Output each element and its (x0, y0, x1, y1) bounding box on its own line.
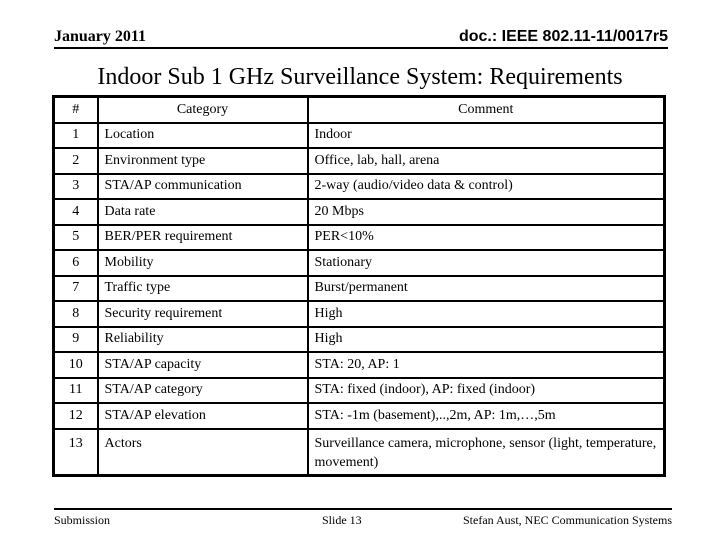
row-number: 7 (52, 274, 99, 302)
footer-divider (54, 508, 672, 510)
row-comment: Stationary (306, 249, 666, 277)
row-category: Location (96, 121, 309, 149)
column-header-category: Category (96, 95, 309, 124)
header-doc-id: doc.: IEEE 802.11-11/0017r5 (458, 28, 668, 45)
row-comment: Surveillance camera, microphone, sensor … (306, 427, 666, 476)
row-number: 12 (52, 402, 99, 430)
row-category: STA/AP category (96, 376, 309, 404)
row-comment: 2-way (audio/video data & control) (306, 172, 666, 200)
table-row: 7 Traffic type Burst/permanent (52, 274, 666, 302)
row-category: STA/AP communication (96, 172, 309, 200)
row-comment: Office, lab, hall, arena (306, 147, 666, 175)
table-row: 12 STA/AP elevation STA: -1m (basement),..… (52, 402, 666, 430)
table-row: 8 Security requirement High (52, 300, 666, 328)
table-header-row: # Category Comment (52, 95, 666, 124)
row-number: 8 (52, 300, 99, 328)
row-number: 11 (52, 376, 99, 404)
column-header-number: # (52, 95, 99, 124)
row-comment: STA: -1m (basement),..,2m, AP: 1m,…,5m (306, 402, 666, 430)
row-number: 6 (52, 249, 99, 277)
row-number: 1 (52, 121, 99, 149)
row-comment: STA: fixed (indoor), AP: fixed (indoor) (306, 376, 666, 404)
table-row: 3 STA/AP communication 2-way (audio/video … (52, 172, 666, 200)
row-category: Data rate (96, 198, 309, 226)
row-category: Actors (96, 427, 309, 476)
table-row: 6 Mobility Stationary (52, 249, 666, 277)
row-category: STA/AP elevation (96, 402, 309, 430)
row-comment: STA: 20, AP: 1 (306, 351, 666, 379)
column-header-comment: Comment (306, 95, 666, 124)
table-row: 1 Location Indoor (52, 121, 666, 149)
footer-slide-number: Slide 13 (322, 513, 362, 527)
row-number: 3 (52, 172, 99, 200)
row-category: Reliability (96, 325, 309, 353)
row-number: 13 (52, 427, 99, 476)
row-number: 10 (52, 351, 99, 379)
slide-title: Indoor Sub 1 GHz Surveillance System: Re… (97, 64, 623, 90)
footer-author: Stefan Aust, NEC Communication Systems (463, 513, 672, 527)
row-comment: High (306, 300, 666, 328)
row-category: Mobility (96, 249, 309, 277)
row-category: Traffic type (96, 274, 309, 302)
table-row: 4 Data rate 20 Mbps (52, 198, 666, 226)
row-comment: Burst/permanent (306, 274, 666, 302)
row-number: 2 (52, 147, 99, 175)
table-row: 5 BER/PER requirement PER<10% (52, 223, 666, 251)
row-category: BER/PER requirement (96, 223, 309, 251)
row-number: 5 (52, 223, 99, 251)
row-comment: 20 Mbps (306, 198, 666, 226)
table-row: 11 STA/AP category STA: fixed (indoor), AP… (52, 376, 666, 404)
row-category: Environment type (96, 147, 309, 175)
header-date: January 2011 (54, 28, 147, 45)
row-number: 9 (52, 325, 99, 353)
row-category: Security requirement (96, 300, 309, 328)
table-row: 13 Actors Surveillance camera, microphone,… (52, 427, 666, 476)
header-divider (54, 47, 668, 49)
row-number: 4 (52, 198, 99, 226)
table-row: 9 Reliability High (52, 325, 666, 353)
table-row: 2 Environment type Office, lab, hall, aren… (52, 147, 666, 175)
row-category: STA/AP capacity (96, 351, 309, 379)
table-row: 10 STA/AP capacity STA: 20, AP: 1 (52, 351, 666, 379)
row-comment: PER<10% (306, 223, 666, 251)
row-comment: Indoor (306, 121, 666, 149)
row-comment: High (306, 325, 666, 353)
footer-submission: Submission (54, 513, 111, 527)
requirements-table: # Category Comment 1 Location Indoor 2 Envir… (52, 95, 666, 477)
